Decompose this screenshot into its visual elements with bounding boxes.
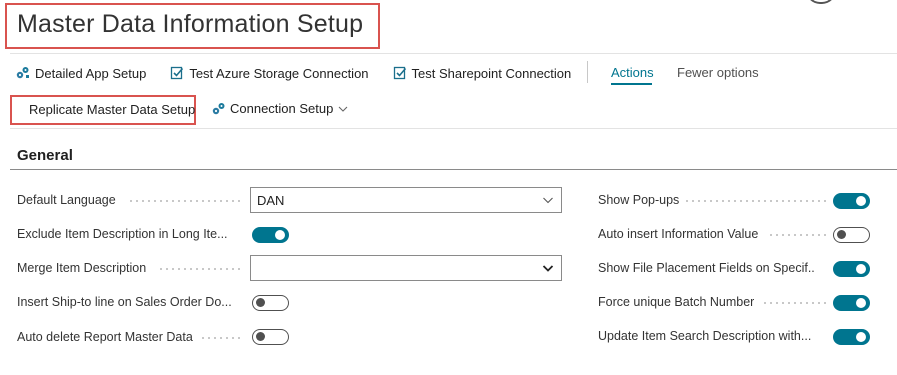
tab-actions-underline [611,83,652,85]
test-sharepoint-label: Test Sharepoint Connection [411,65,572,81]
gear-cluster-icon [212,102,225,114]
field-default-language: Default Language [17,188,116,212]
field-insert-ship-to-line: Insert Ship-to line on Sales Order Do... [17,290,231,314]
field-merge-item-description: Merge Item Description [17,256,146,280]
insert-ship-to-line-toggle[interactable] [252,295,289,311]
chevron-down-icon [542,265,554,272]
leader-dots [768,234,826,236]
tab-actions[interactable]: Actions [611,65,654,80]
chevron-down-icon [338,106,348,112]
divider [10,128,897,129]
show-file-placement-toggle[interactable] [833,261,870,277]
page-title: Master Data Information Setup [17,10,364,38]
leader-dots [200,337,242,339]
field-label: Show Pop-ups [598,193,680,207]
divider [10,53,897,54]
field-label: Merge Item Description [17,261,147,275]
field-update-item-search-description: Update Item Search Description with... [598,324,814,348]
chevron-down-icon [543,197,553,204]
field-label: Force unique Batch Number [598,295,755,309]
detailed-app-setup-button[interactable]: Detailed App Setup [16,66,146,81]
field-label: Show File Placement Fields on Specif... [598,261,814,275]
field-auto-delete-report: Auto delete Report Master Data [17,325,193,349]
check-document-icon [171,66,184,80]
auto-delete-report-toggle[interactable] [252,329,289,345]
merge-item-description-select[interactable] [250,255,562,281]
toggle-knob [856,298,866,308]
exclude-item-description-toggle[interactable] [252,227,289,243]
leader-dots [128,200,242,202]
select-value: DAN [257,192,285,208]
field-label: Auto delete Report Master Data [17,330,193,344]
toggle-knob [856,264,866,274]
section-title-general: General [17,147,73,164]
field-show-file-placement: Show File Placement Fields on Specif... [598,256,814,280]
field-label: Insert Ship-to line on Sales Order Do... [17,295,231,309]
toggle-knob [256,298,265,307]
toggle-knob [856,196,866,206]
leader-dots [684,200,826,202]
field-force-unique-batch-number: Force unique Batch Number [598,290,754,314]
leader-dots [762,302,826,304]
field-label: Exclude Item Description in Long Ite... [17,227,228,241]
check-document-icon [393,66,406,80]
gear-cluster-icon [16,67,29,79]
leader-dots [158,268,242,270]
fewer-options-link[interactable]: Fewer options [677,65,759,80]
toggle-knob [856,332,866,342]
field-auto-insert-information-value: Auto insert Information Value [598,222,758,246]
test-azure-storage-label: Test Azure Storage Connection [189,65,369,81]
toggle-knob [837,230,846,239]
test-sharepoint-button[interactable]: Test Sharepoint Connection [393,65,572,81]
field-show-pop-ups: Show Pop-ups [598,188,679,212]
update-item-search-description-toggle[interactable] [833,329,870,345]
replicate-master-data-setup-button[interactable]: Replicate Master Data Setup [29,102,195,117]
detailed-app-setup-label: Detailed App Setup [35,65,147,81]
toggle-knob [275,230,285,240]
field-label: Default Language [17,193,116,207]
default-language-select[interactable]: DAN [250,187,562,213]
section-underline [10,169,897,170]
show-pop-ups-toggle[interactable] [833,193,870,209]
field-exclude-item-description: Exclude Item Description in Long Ite... [17,222,231,246]
connection-setup-menu[interactable]: Connection Setup [212,101,349,116]
toggle-knob [256,332,265,341]
toolbar-separator [587,61,588,83]
field-label: Update Item Search Description with... [598,329,812,343]
auto-insert-information-value-toggle[interactable] [833,227,870,243]
connection-setup-label: Connection Setup [230,101,334,116]
user-avatar-partial[interactable] [806,0,836,4]
test-azure-storage-button[interactable]: Test Azure Storage Connection [170,65,369,81]
force-unique-batch-number-toggle[interactable] [833,295,870,311]
field-label: Auto insert Information Value [598,227,759,241]
action-bar: Detailed App Setup Test Azure Storage Co… [16,60,595,86]
